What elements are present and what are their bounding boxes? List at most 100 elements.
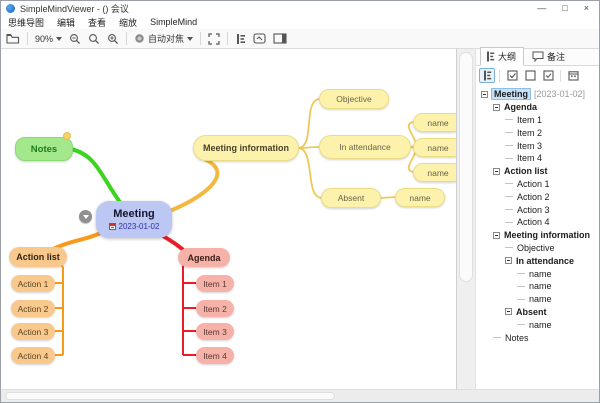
link-actions bbox=[55, 263, 63, 355]
zoom-out-button[interactable] bbox=[69, 33, 81, 45]
mindmap-node-absent[interactable]: Absent bbox=[321, 188, 381, 208]
zoom-level-dropdown[interactable]: 90% bbox=[35, 34, 62, 44]
outline-row-objective[interactable]: Objective bbox=[476, 242, 599, 255]
mindmap-node-item-3[interactable]: Item 3 bbox=[196, 323, 234, 340]
mindmap-node-name-3[interactable]: name bbox=[413, 163, 457, 182]
collapse-toggle-icon[interactable] bbox=[493, 232, 500, 239]
mindmap-node-action-2[interactable]: Action 2 bbox=[11, 300, 55, 317]
mindmap-node-item-4[interactable]: Item 4 bbox=[196, 347, 234, 364]
outline-row-name-4[interactable]: name bbox=[476, 318, 599, 331]
outline-row-name-3[interactable]: name bbox=[476, 293, 599, 306]
outline-row-in-attendance[interactable]: In attendance bbox=[476, 254, 599, 267]
autofocus-dropdown[interactable]: 自动对焦 bbox=[134, 32, 193, 45]
outline-row-absent[interactable]: Absent bbox=[476, 306, 599, 319]
collapse-toggle-icon[interactable] bbox=[505, 257, 512, 264]
sidebar-layout-button[interactable] bbox=[273, 33, 287, 44]
outline-panel: 大纲 备注 bbox=[476, 49, 599, 389]
mindmap-node-name-2[interactable]: name bbox=[413, 138, 457, 157]
outline-row-meeting[interactable]: Meeting[2023-01-02] bbox=[476, 88, 599, 101]
horizontal-scrollbar[interactable] bbox=[1, 389, 599, 402]
outline-label: Action 1 bbox=[517, 179, 550, 189]
folder-open-icon bbox=[6, 33, 20, 44]
menu-item-mindmap[interactable]: 思维导图 bbox=[8, 16, 44, 29]
node-label: Item 1 bbox=[203, 279, 227, 289]
outline-row-action-3[interactable]: Action 3 bbox=[476, 203, 599, 216]
outline-label: Meeting information bbox=[504, 230, 590, 240]
mindmap-node-item-1[interactable]: Item 1 bbox=[196, 275, 234, 292]
menu-item-zoom[interactable]: 缩放 bbox=[119, 16, 137, 29]
collapse-toggle-icon[interactable] bbox=[481, 91, 488, 98]
node-label: name bbox=[427, 168, 448, 178]
outline-icon bbox=[235, 33, 246, 45]
maximize-button[interactable]: □ bbox=[562, 1, 567, 15]
date-value: 2023-01-02 bbox=[119, 222, 160, 231]
tree-branch-icon bbox=[493, 337, 501, 338]
outline-row-item-3[interactable]: Item 3 bbox=[476, 139, 599, 152]
mindmap-node-in-attendance[interactable]: In attendance bbox=[319, 135, 411, 159]
check-all-button[interactable] bbox=[504, 68, 520, 83]
outline-row-item-4[interactable]: Item 4 bbox=[476, 152, 599, 165]
menu-item-view[interactable]: 查看 bbox=[88, 16, 106, 29]
mindmap-node-objective[interactable]: Objective bbox=[319, 89, 389, 109]
vertical-scrollbar-thumb[interactable] bbox=[459, 52, 473, 282]
tab-notes[interactable]: 备注 bbox=[526, 47, 573, 66]
uncheck-all-button[interactable] bbox=[522, 68, 538, 83]
show-dates-button[interactable] bbox=[565, 68, 581, 83]
outline-row-name-2[interactable]: name bbox=[476, 280, 599, 293]
node-label: Absent bbox=[338, 193, 364, 203]
collapse-toggle-icon[interactable] bbox=[505, 308, 512, 315]
mindmap-node-notes[interactable]: Notes bbox=[15, 137, 73, 161]
outline-row-action-1[interactable]: Action 1 bbox=[476, 178, 599, 191]
collapse-toggle-icon[interactable] bbox=[493, 104, 500, 111]
vertical-scrollbar[interactable] bbox=[457, 49, 476, 389]
mindmap-node-name-1[interactable]: name bbox=[413, 113, 457, 132]
outline-label: Action 3 bbox=[517, 205, 550, 215]
zoom-in-button[interactable] bbox=[107, 33, 119, 45]
mindmap-node-action-3[interactable]: Action 3 bbox=[11, 323, 55, 340]
open-file-button[interactable] bbox=[6, 33, 20, 44]
mindmap-node-action-list[interactable]: Action list bbox=[9, 247, 67, 267]
titlebar: SimpleMindViewer - () 会议 — □ × bbox=[1, 1, 599, 15]
fullscreen-button[interactable] bbox=[208, 33, 220, 45]
mindmap-node-action-4[interactable]: Action 4 bbox=[11, 347, 55, 364]
zoom-reset-button[interactable] bbox=[88, 33, 100, 45]
outline-row-action-2[interactable]: Action 2 bbox=[476, 190, 599, 203]
outline-row-item-2[interactable]: Item 2 bbox=[476, 126, 599, 139]
menu-item-simplemind[interactable]: SimpleMind bbox=[150, 17, 197, 27]
mindmap-node-action-1[interactable]: Action 1 bbox=[11, 275, 55, 292]
tab-outline[interactable]: 大纲 bbox=[480, 47, 524, 66]
outline-label: Absent bbox=[516, 307, 547, 317]
outline-mode-button[interactable] bbox=[479, 68, 495, 83]
outline-label: Item 3 bbox=[517, 141, 542, 151]
tree-branch-icon bbox=[505, 209, 513, 210]
outline-row-item-1[interactable]: Item 1 bbox=[476, 114, 599, 127]
outline-row-action-list[interactable]: Action list bbox=[476, 165, 599, 178]
collapse-branch-icon[interactable] bbox=[79, 210, 92, 223]
outline-row-name-1[interactable]: name bbox=[476, 267, 599, 280]
minimize-button[interactable]: — bbox=[537, 1, 546, 15]
collapse-toggle-icon[interactable] bbox=[493, 168, 500, 175]
mindmap-node-item-2[interactable]: Item 2 bbox=[196, 300, 234, 317]
panel-separator bbox=[499, 70, 500, 82]
outline-row-action-4[interactable]: Action 4 bbox=[476, 216, 599, 229]
mindmap-canvas[interactable]: Notes Meeting information Objective In a… bbox=[1, 49, 457, 389]
outline-row-agenda[interactable]: Agenda bbox=[476, 101, 599, 114]
outline-row-meeting-information[interactable]: Meeting information bbox=[476, 229, 599, 242]
outline-panel-button[interactable] bbox=[235, 33, 246, 45]
horizontal-scrollbar-thumb[interactable] bbox=[5, 392, 335, 400]
outline-row-notes[interactable]: Notes bbox=[476, 331, 599, 344]
close-button[interactable]: × bbox=[584, 1, 589, 15]
show-checked-button[interactable] bbox=[540, 68, 556, 83]
node-label: Item 2 bbox=[203, 304, 227, 314]
window-title: SimpleMindViewer - () 会议 bbox=[20, 2, 129, 15]
tree-branch-icon bbox=[505, 222, 513, 223]
node-label: Notes bbox=[31, 144, 57, 155]
notes-panel-button[interactable] bbox=[253, 33, 266, 44]
menu-item-edit[interactable]: 编辑 bbox=[57, 16, 75, 29]
mindmap-node-agenda[interactable]: Agenda bbox=[178, 248, 230, 267]
dropdown-arrow-icon bbox=[56, 37, 62, 41]
mindmap-node-name-4[interactable]: name bbox=[395, 188, 445, 207]
link-meeting-information bbox=[167, 160, 217, 212]
mindmap-node-meeting-information[interactable]: Meeting information bbox=[193, 135, 299, 161]
mindmap-node-meeting[interactable]: Meeting 2023-01-02 bbox=[96, 201, 172, 238]
